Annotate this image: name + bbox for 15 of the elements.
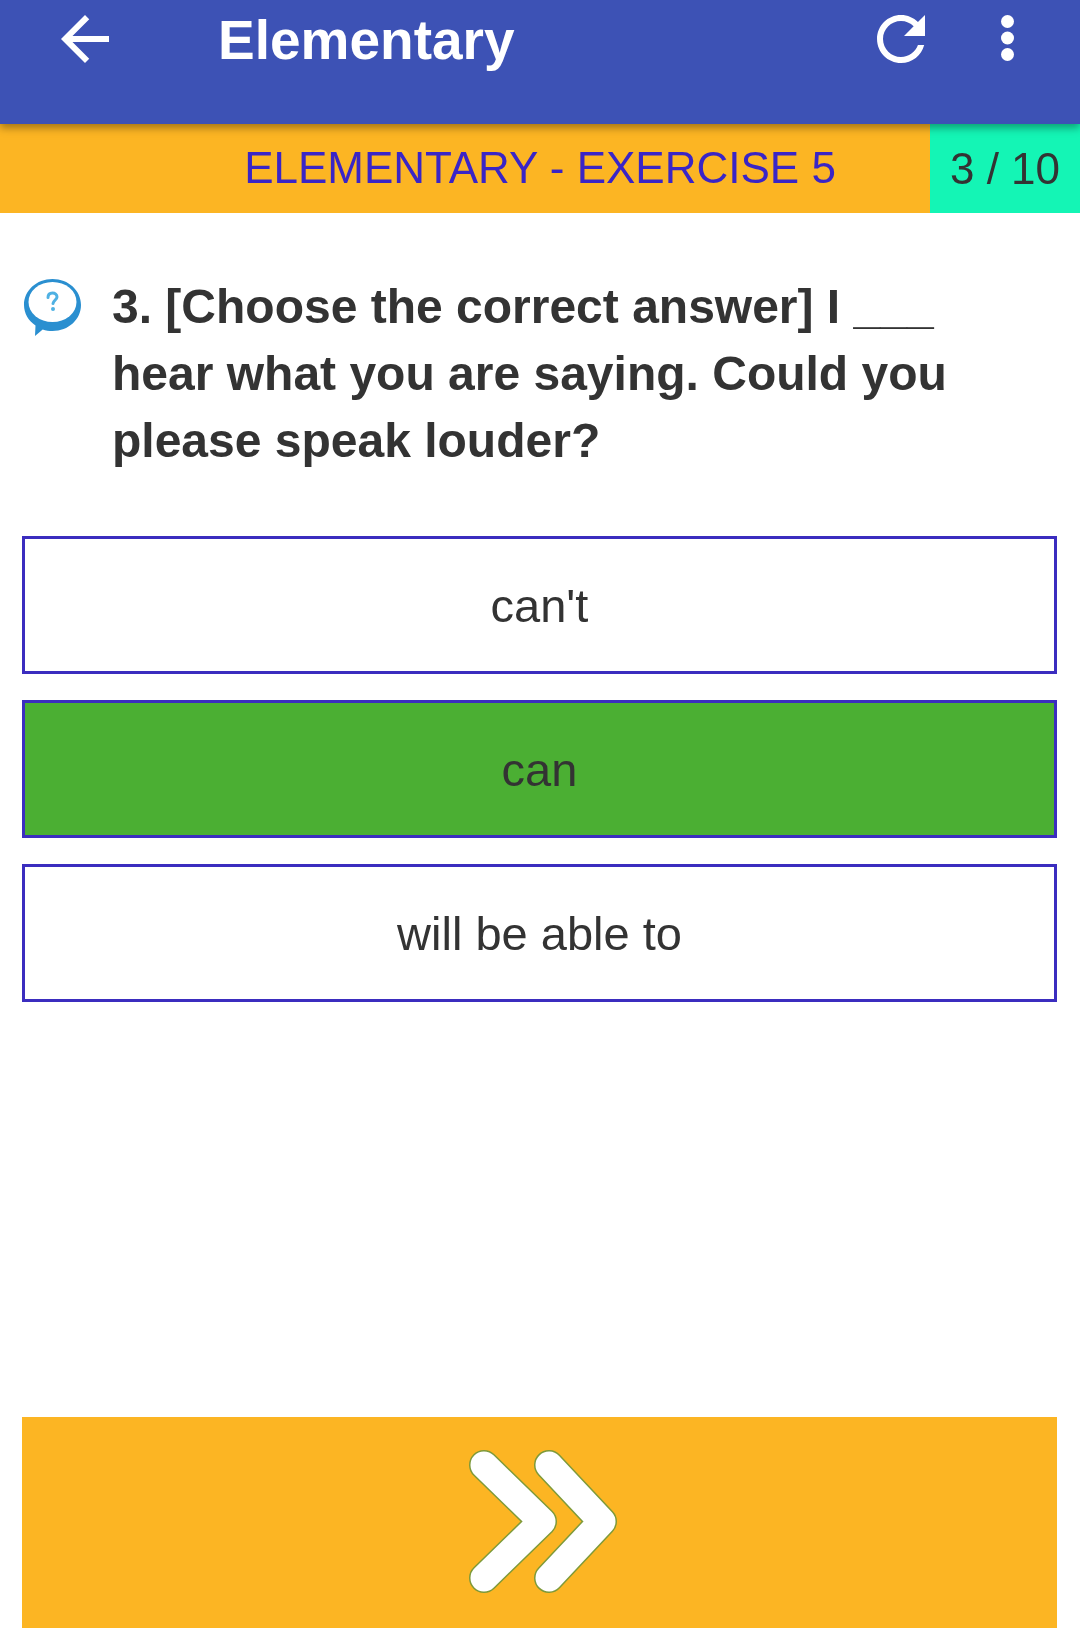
answer-option[interactable]: will be able to xyxy=(22,864,1057,1002)
refresh-button[interactable] xyxy=(877,15,925,63)
question-text: 3. [Choose the correct answer] I ___ hear what you are saying. Could you please speak louder? xyxy=(112,279,948,469)
app-bar-title: Elementary xyxy=(218,8,515,73)
more-options-button[interactable] xyxy=(1001,15,1014,61)
back-arrow-icon xyxy=(61,15,109,63)
answer-option[interactable]: can't xyxy=(22,536,1057,674)
refresh-icon xyxy=(877,15,925,63)
exercise-title: ELEMENTARY - EXERCISE 5 xyxy=(244,143,836,194)
back-button[interactable] xyxy=(61,15,109,63)
double-chevron-icon xyxy=(468,1450,617,1593)
question-bubble-icon xyxy=(23,278,82,337)
more-options-icon xyxy=(1001,15,1014,61)
progress-counter: 3 / 10 xyxy=(930,124,1080,213)
answer-option[interactable]: can xyxy=(22,700,1057,838)
